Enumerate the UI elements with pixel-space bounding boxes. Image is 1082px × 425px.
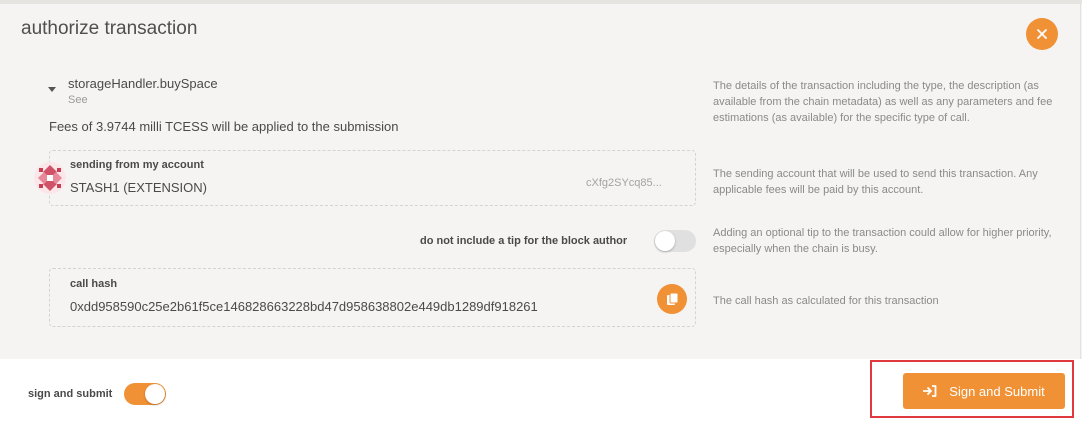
call-hash-value: 0xdd958590c25e2b61f5ce146828663228bd47d9… [70,299,538,314]
tip-toggle[interactable] [654,230,696,252]
modal-title: authorize transaction [21,18,198,39]
sign-in-icon [923,385,937,397]
account-address: cXfg2SYcq85... [586,177,662,189]
copy-button[interactable] [657,284,687,314]
caret-down-icon[interactable] [48,87,56,92]
sign-and-submit-button[interactable]: Sign and Submit [903,373,1065,409]
method-sub: See [68,94,88,106]
copy-icon [666,292,678,305]
sign-and-submit-toggle[interactable] [124,383,166,405]
close-icon [1037,29,1047,39]
toggle-knob [655,231,675,251]
submit-button-label: Sign and Submit [949,383,1045,399]
sign-and-submit-label: sign and submit [28,388,113,400]
account-name: STASH1 (EXTENSION) [70,180,208,195]
call-hash-label: call hash [70,278,118,290]
account-label: sending from my account [70,159,204,171]
toggle-knob [145,384,165,404]
help-details: The details of the transaction including… [713,80,1053,124]
help-hash: The call hash as calculated for this tra… [713,295,939,307]
close-button[interactable] [1026,18,1058,50]
call-hash-field: call hash 0xdd958590c25e2b61f5ce14682866… [49,268,696,327]
help-tip: Adding an optional tip to the transactio… [713,227,1052,255]
fees-text: Fees of 3.9744 milli TCESS will be appli… [49,119,399,134]
method-name: storageHandler.buySpace [68,76,218,91]
tip-label: do not include a tip for the block autho… [420,235,628,247]
sending-account-field[interactable]: sending from my account STASH1 (EXTENSIO… [49,150,696,206]
modal-footer: sign and submit Sign and Submit [0,359,1082,425]
help-sending: The sending account that will be used to… [713,168,1038,196]
identicon[interactable] [34,162,66,194]
